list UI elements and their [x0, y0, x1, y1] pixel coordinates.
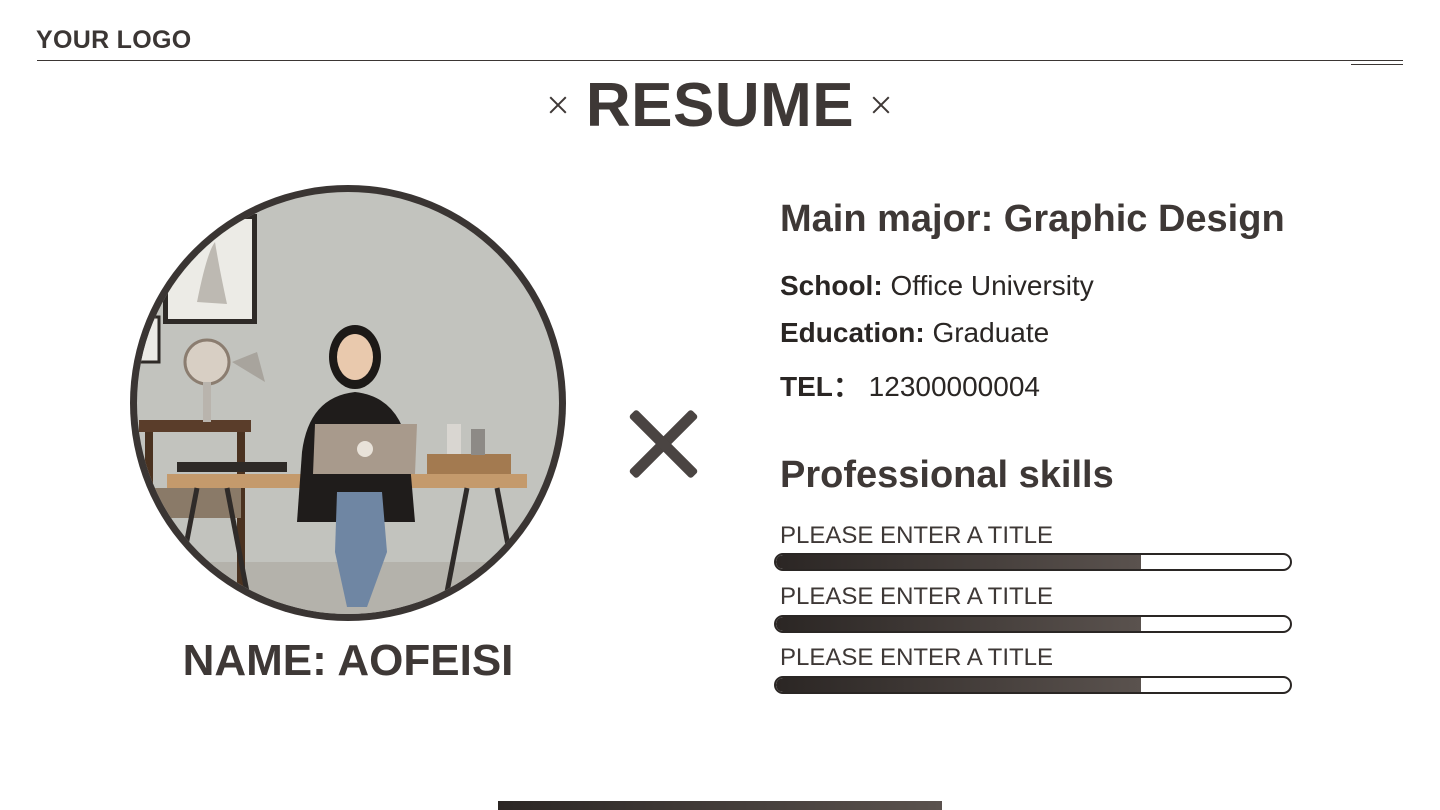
skill-title: PLEASE ENTER A TITLE [780, 644, 1053, 671]
header-divider [37, 60, 1403, 61]
skill-bar-fill [776, 555, 1141, 569]
school-label: School: [780, 270, 883, 301]
bottom-accent-strip [498, 801, 942, 810]
close-icon-right [871, 95, 891, 115]
photo-illustration [137, 192, 559, 614]
skill-bar-fill [776, 678, 1141, 692]
page-title: RESUME [585, 71, 855, 140]
header-divider-accent [1351, 64, 1403, 65]
major-heading: Main major: Graphic Design [780, 198, 1285, 240]
tel-value: 12300000004 [868, 371, 1040, 402]
skills-heading: Professional skills [780, 454, 1114, 496]
skill-title: PLEASE ENTER A TITLE [780, 583, 1053, 610]
profile-photo-ring [130, 185, 566, 621]
school-row: School: Office University [780, 270, 1094, 302]
skill-bar-fill [776, 617, 1141, 631]
education-row: Education: Graduate [780, 317, 1049, 349]
tel-row: TEL： 12300000004 [780, 365, 1040, 405]
profile-name: NAME: AOFEISI [182, 636, 514, 685]
skill-bar [774, 676, 1292, 694]
school-value: Office University [890, 270, 1094, 301]
tel-label: TEL： [780, 371, 861, 402]
skill-bar [774, 615, 1292, 633]
logo: YOUR LOGO [36, 26, 192, 54]
education-label: Education: [780, 317, 925, 348]
cross-icon [628, 408, 700, 480]
profile-photo [137, 192, 559, 614]
skill-bar [774, 553, 1292, 571]
skill-title: PLEASE ENTER A TITLE [780, 522, 1053, 549]
education-value: Graduate [932, 317, 1050, 348]
